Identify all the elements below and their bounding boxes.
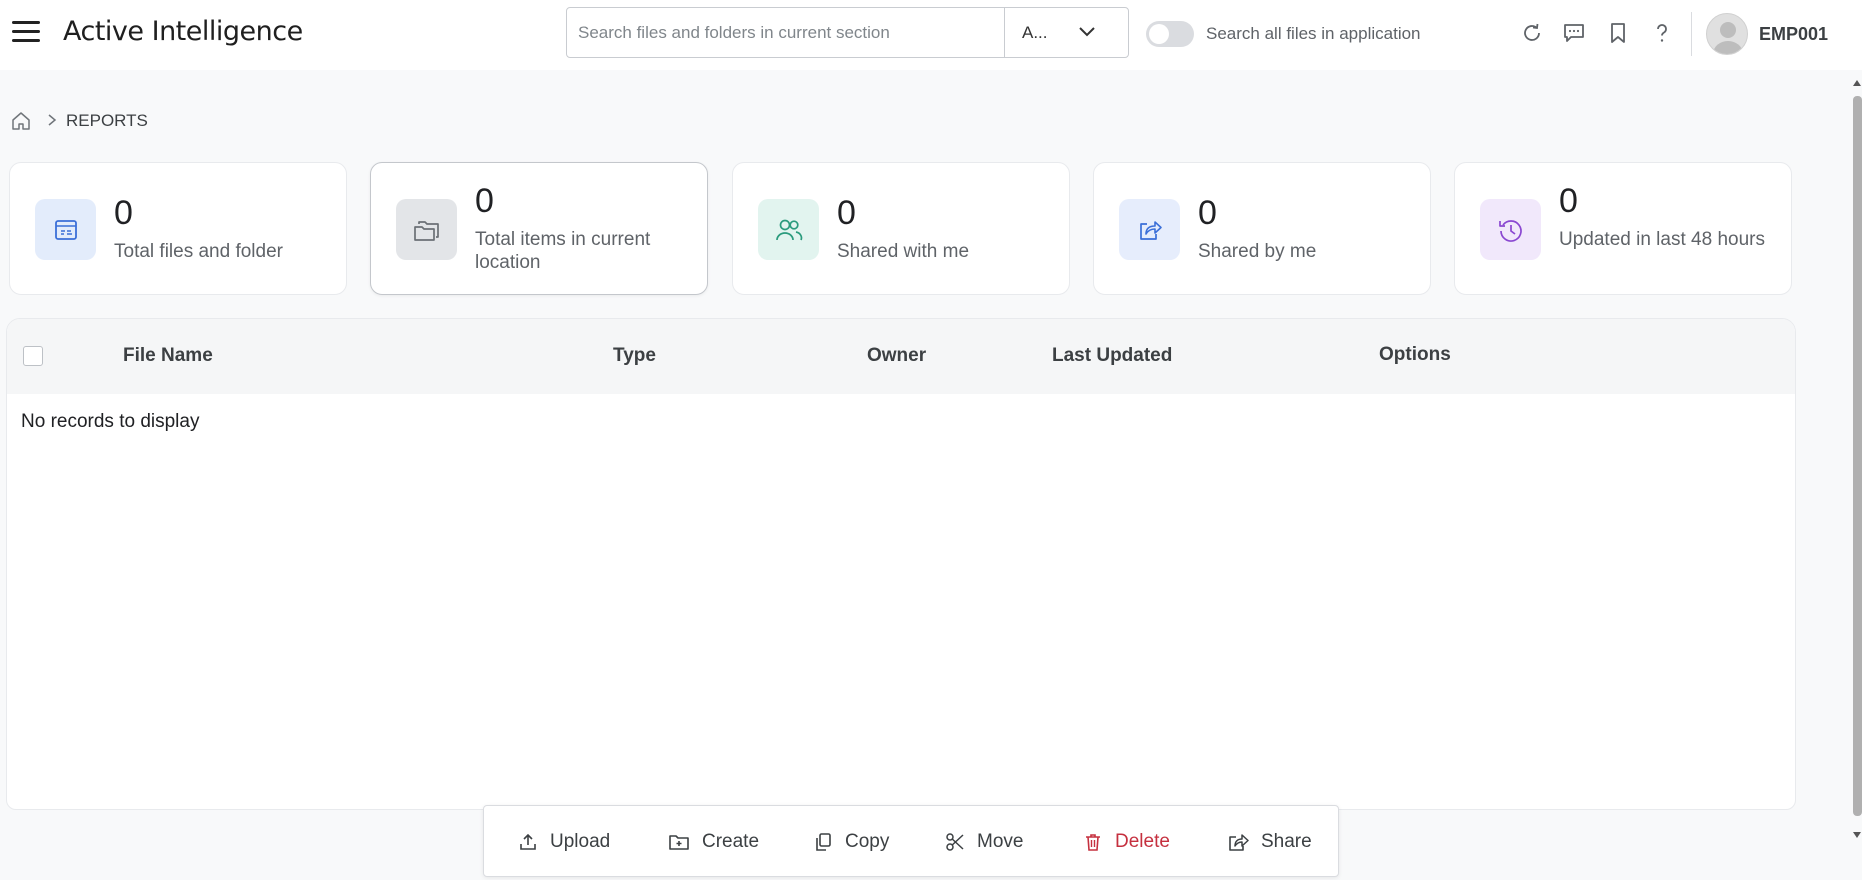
share-button[interactable]: Share: [1227, 828, 1312, 856]
trash-icon: [1086, 834, 1100, 851]
hamburger-menu-icon[interactable]: [10, 16, 42, 48]
scrollbar-thumb[interactable]: [1853, 96, 1862, 816]
share-label: Share: [1261, 831, 1312, 852]
search-all-label: Search all files in application: [1206, 24, 1421, 43]
card-value: 0: [475, 182, 494, 220]
card-total-files[interactable]: 0 Total files and folder: [9, 162, 347, 295]
card-shared-by-me[interactable]: 0 Shared by me: [1093, 162, 1431, 295]
search-box: A...: [566, 7, 1129, 58]
card-label: Total items in current location: [475, 229, 651, 273]
avatar[interactable]: [1706, 13, 1748, 55]
share-out-icon: [1119, 199, 1180, 260]
header-divider: [1691, 12, 1692, 56]
create-button[interactable]: Create: [668, 828, 759, 856]
select-all-checkbox[interactable]: [23, 346, 43, 366]
column-type[interactable]: Type: [613, 345, 656, 367]
card-label: Total files and folder: [114, 241, 283, 262]
history-icon: [1480, 199, 1541, 260]
column-options: Options: [1379, 344, 1451, 365]
scroll-down-arrow-icon[interactable]: [1852, 830, 1862, 840]
card-label: Shared by me: [1198, 241, 1317, 262]
copy-label: Copy: [845, 831, 890, 852]
card-label: Shared with me: [837, 241, 970, 262]
move-label: Move: [977, 831, 1024, 852]
copy-icon: [816, 833, 831, 851]
action-bar: Upload Create Copy Move Delete Share: [483, 805, 1339, 877]
folders-icon: [396, 199, 457, 260]
column-owner[interactable]: Owner: [867, 345, 926, 367]
column-last-updated[interactable]: Last Updated: [1052, 345, 1172, 367]
empty-message: No records to display: [21, 411, 200, 432]
bookmark-icon[interactable]: [1606, 21, 1630, 45]
copy-button[interactable]: Copy: [813, 828, 889, 856]
upload-button[interactable]: Upload: [518, 828, 610, 856]
refresh-icon[interactable]: [1520, 21, 1544, 45]
card-value: 0: [1198, 194, 1217, 232]
help-icon[interactable]: [1650, 21, 1674, 45]
search-all-toggle[interactable]: [1146, 21, 1194, 47]
move-button[interactable]: Move: [945, 828, 1023, 856]
scroll-up-arrow-icon[interactable]: [1852, 78, 1862, 88]
card-shared-with-me[interactable]: 0 Shared with me: [732, 162, 1070, 295]
home-icon[interactable]: [10, 110, 32, 132]
scissors-icon: [946, 833, 964, 851]
chevron-right-icon: [48, 114, 57, 126]
search-input[interactable]: [567, 8, 1004, 57]
chat-icon[interactable]: [1562, 21, 1586, 45]
upload-icon: [520, 833, 536, 850]
breadcrumb-current[interactable]: REPORTS: [66, 111, 148, 131]
user-name[interactable]: EMP001: [1759, 24, 1828, 45]
column-file-name[interactable]: File Name: [123, 345, 213, 367]
card-label: Updated in last 48 hours: [1559, 229, 1765, 250]
card-updated-recently[interactable]: 0 Updated in last 48 hours: [1454, 162, 1792, 295]
folder-plus-icon: [669, 835, 689, 850]
card-value: 0: [114, 194, 133, 232]
delete-button[interactable]: Delete: [1083, 828, 1170, 856]
search-scope-dropdown[interactable]: A...: [1004, 8, 1128, 57]
file-table-icon: [35, 199, 96, 260]
share-icon: [1229, 834, 1249, 851]
delete-label: Delete: [1115, 831, 1170, 852]
files-table: File Name Type Owner Last Updated Option…: [6, 318, 1796, 810]
app-title: Active Intelligence: [63, 16, 303, 47]
card-current-location[interactable]: 0 Total items in current location: [370, 162, 708, 295]
card-value: 0: [837, 194, 856, 232]
upload-label: Upload: [550, 831, 611, 852]
table-header: File Name Type Owner Last Updated Option…: [7, 319, 1795, 394]
users-icon: [758, 199, 819, 260]
top-header: Active Intelligence A... Search all file…: [0, 0, 1862, 70]
card-value: 0: [1559, 182, 1578, 220]
create-label: Create: [702, 831, 760, 852]
chevron-down-icon: [1079, 27, 1095, 37]
search-scope-value: A...: [1022, 22, 1048, 42]
